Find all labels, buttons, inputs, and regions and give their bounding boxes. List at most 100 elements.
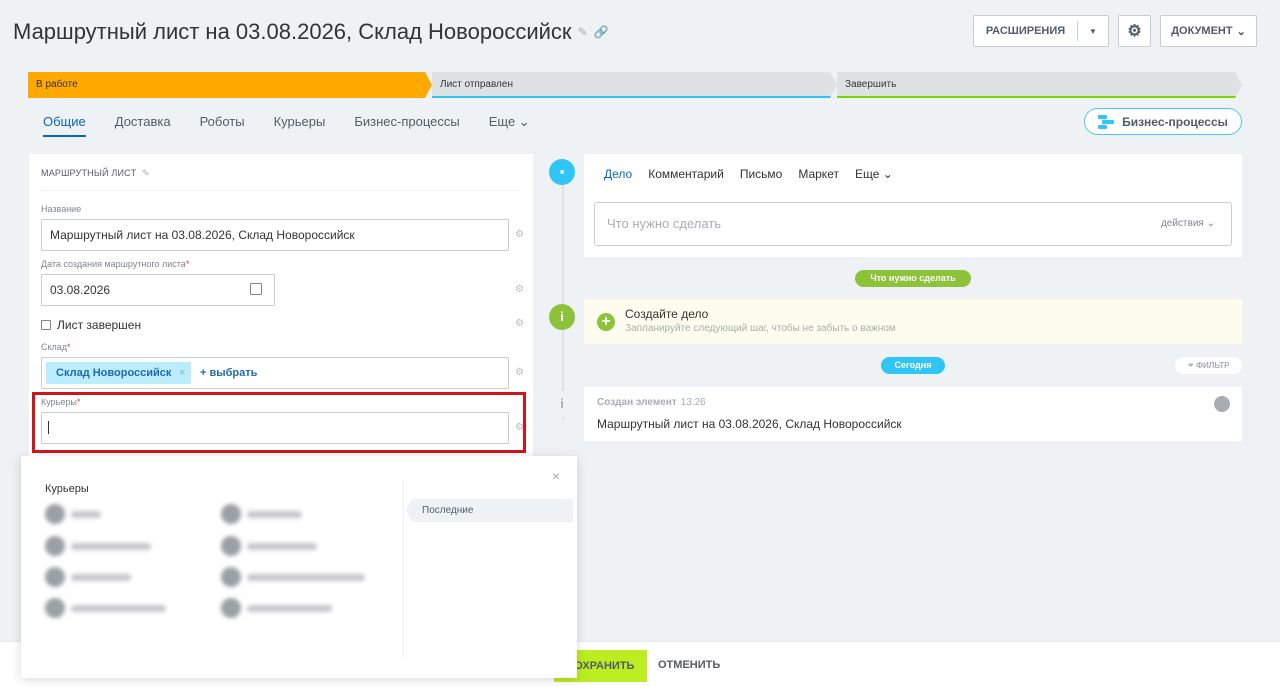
tab-market[interactable]: Маркет — [798, 167, 839, 181]
section-title: МАРШРУТНЫЙ ЛИСТ ✎ — [41, 168, 150, 179]
field-settings-icon[interactable]: ⚙ — [515, 318, 524, 329]
warehouse-tag[interactable]: Склад Новороссийск × — [46, 362, 192, 384]
date-label-text: Дата создания маршрутного листа — [41, 259, 186, 269]
warehouse-label-text: Склад — [41, 342, 68, 352]
avatar — [45, 567, 65, 587]
document-label: ДОКУМЕНТ — [1171, 25, 1233, 37]
blurred-name — [71, 573, 131, 581]
link-icon[interactable]: 🔗 — [594, 25, 609, 39]
blurred-name — [247, 573, 365, 581]
timeline-line — [562, 170, 564, 420]
blurred-name — [247, 510, 302, 518]
edit-section-icon[interactable]: ✎ — [142, 168, 150, 178]
create-task-subtitle: Запланируйте следующий шаг, чтобы не заб… — [625, 323, 896, 334]
couriers-selector-popup: × Курьеры Последние — [21, 456, 577, 678]
list-item[interactable] — [45, 536, 151, 556]
activity-tabs: Дело Комментарий Письмо Маркет Еще ⌄ — [604, 167, 893, 181]
actions-label: действия — [1160, 218, 1204, 229]
document-button[interactable]: ДОКУМЕНТ ⌄ — [1160, 15, 1257, 47]
calendar-icon[interactable] — [250, 283, 262, 295]
couriers-highlight-box — [32, 392, 526, 453]
close-icon[interactable]: × — [552, 468, 560, 484]
list-item[interactable] — [221, 567, 365, 587]
business-process-icon — [1098, 114, 1115, 129]
tab-activity-more-label: Еще — [854, 167, 880, 181]
chat-icon: ▪ — [549, 159, 575, 185]
blurred-name — [71, 604, 166, 612]
completed-checkbox[interactable] — [41, 320, 51, 330]
list-item[interactable] — [45, 504, 101, 524]
tab-activity-more[interactable]: Еще ⌄ — [855, 167, 893, 181]
event-title: Создан элемент — [597, 397, 677, 408]
avatar — [45, 536, 65, 556]
tab-comment[interactable]: Комментарий — [648, 167, 724, 181]
required-mark: * — [185, 259, 190, 269]
avatar — [221, 504, 241, 524]
list-item[interactable] — [45, 567, 131, 587]
tab-business-processes[interactable]: Бизнес-процессы — [354, 114, 459, 137]
tab-more[interactable]: Еще ⌄ — [489, 114, 530, 137]
avatar — [221, 567, 241, 587]
avatar[interactable] — [1214, 396, 1230, 412]
divider — [403, 480, 404, 658]
tab-recent[interactable]: Последние — [406, 499, 573, 522]
list-item[interactable] — [221, 536, 317, 556]
field-settings-icon[interactable]: ⚙ — [515, 229, 524, 240]
blurred-name — [71, 542, 151, 550]
name-field[interactable]: Маршрутный лист на 03.08.2026, Склад Нов… — [41, 219, 509, 251]
info-icon: i — [549, 391, 575, 417]
avatar — [45, 598, 65, 618]
required-mark: * — [67, 342, 71, 352]
page-title-text: Маршрутный лист на 03.08.2026, Склад Нов… — [13, 19, 572, 44]
avatar — [221, 536, 241, 556]
section-title-text: МАРШРУТНЫЙ ЛИСТ — [41, 168, 137, 178]
name-label: Название — [41, 204, 82, 214]
tab-email[interactable]: Письмо — [740, 167, 783, 181]
stage-finish[interactable]: Завершить — [837, 72, 1242, 98]
list-item[interactable] — [45, 598, 166, 618]
list-item[interactable] — [221, 598, 332, 618]
settings-gear-button[interactable]: ⚙ — [1118, 15, 1151, 47]
plus-icon[interactable]: + — [597, 313, 615, 331]
warehouse-field[interactable]: Склад Новороссийск × + выбрать — [41, 357, 509, 389]
business-processes-button[interactable]: Бизнес-процессы — [1084, 108, 1242, 135]
tab-robots[interactable]: Роботы — [200, 114, 245, 137]
stage-in-work[interactable]: В работе — [28, 72, 432, 98]
info-icon: i — [549, 304, 575, 330]
filter-button[interactable]: ⏷ ФИЛЬТР — [1175, 357, 1242, 374]
field-settings-icon[interactable]: ⚙ — [515, 284, 524, 295]
blurred-name — [247, 604, 332, 612]
tab-couriers[interactable]: Курьеры — [274, 114, 326, 137]
stage-sent[interactable]: Лист отправлен — [432, 72, 837, 98]
date-value: 03.08.2026 — [50, 283, 111, 297]
today-pill: Сегодня — [881, 357, 945, 374]
field-settings-icon[interactable]: ⚙ — [515, 367, 524, 378]
list-item[interactable] — [221, 504, 302, 524]
edit-pencil-icon[interactable]: ✎ — [578, 25, 588, 39]
cancel-button[interactable]: ОТМЕНИТЬ — [658, 659, 720, 671]
actions-dropdown[interactable]: действия ⌄ — [1161, 203, 1215, 245]
completed-checkbox-row[interactable]: Лист завершен — [41, 318, 141, 332]
pick-warehouse-link[interactable]: + выбрать — [200, 362, 257, 384]
completed-label: Лист завершен — [57, 318, 142, 332]
extensions-label: РАСШИРЕНИЯ — [974, 21, 1078, 41]
tab-task[interactable]: Дело — [604, 167, 632, 181]
avatar — [221, 598, 241, 618]
tab-general[interactable]: Общие — [43, 114, 86, 137]
tab-delivery[interactable]: Доставка — [115, 114, 171, 137]
page-title: Маршрутный лист на 03.08.2026, Склад Нов… — [13, 19, 609, 45]
create-task-title: Создайте дело — [625, 307, 709, 321]
gear-icon: ⚙ — [1127, 23, 1142, 40]
extensions-dropdown-icon[interactable]: ▼ — [1078, 27, 1108, 36]
popup-title: Курьеры — [45, 483, 89, 495]
warehouse-label: Склад* — [41, 342, 71, 352]
extensions-button[interactable]: РАСШИРЕНИЯ ▼ — [973, 15, 1109, 47]
filter-icon: ⏷ — [1187, 361, 1194, 370]
date-field[interactable]: 03.08.2026 — [41, 274, 275, 306]
task-input[interactable]: Что нужно сделать действия ⌄ — [594, 202, 1232, 246]
create-task-card[interactable]: + Создайте дело Запланируйте следующий ш… — [584, 299, 1242, 344]
event-header: Создан элемент 13:26 — [597, 397, 706, 408]
divider — [41, 190, 521, 191]
event-card: Создан элемент 13:26 Маршрутный лист на 0… — [584, 387, 1242, 441]
remove-tag-icon[interactable]: × — [179, 362, 185, 384]
